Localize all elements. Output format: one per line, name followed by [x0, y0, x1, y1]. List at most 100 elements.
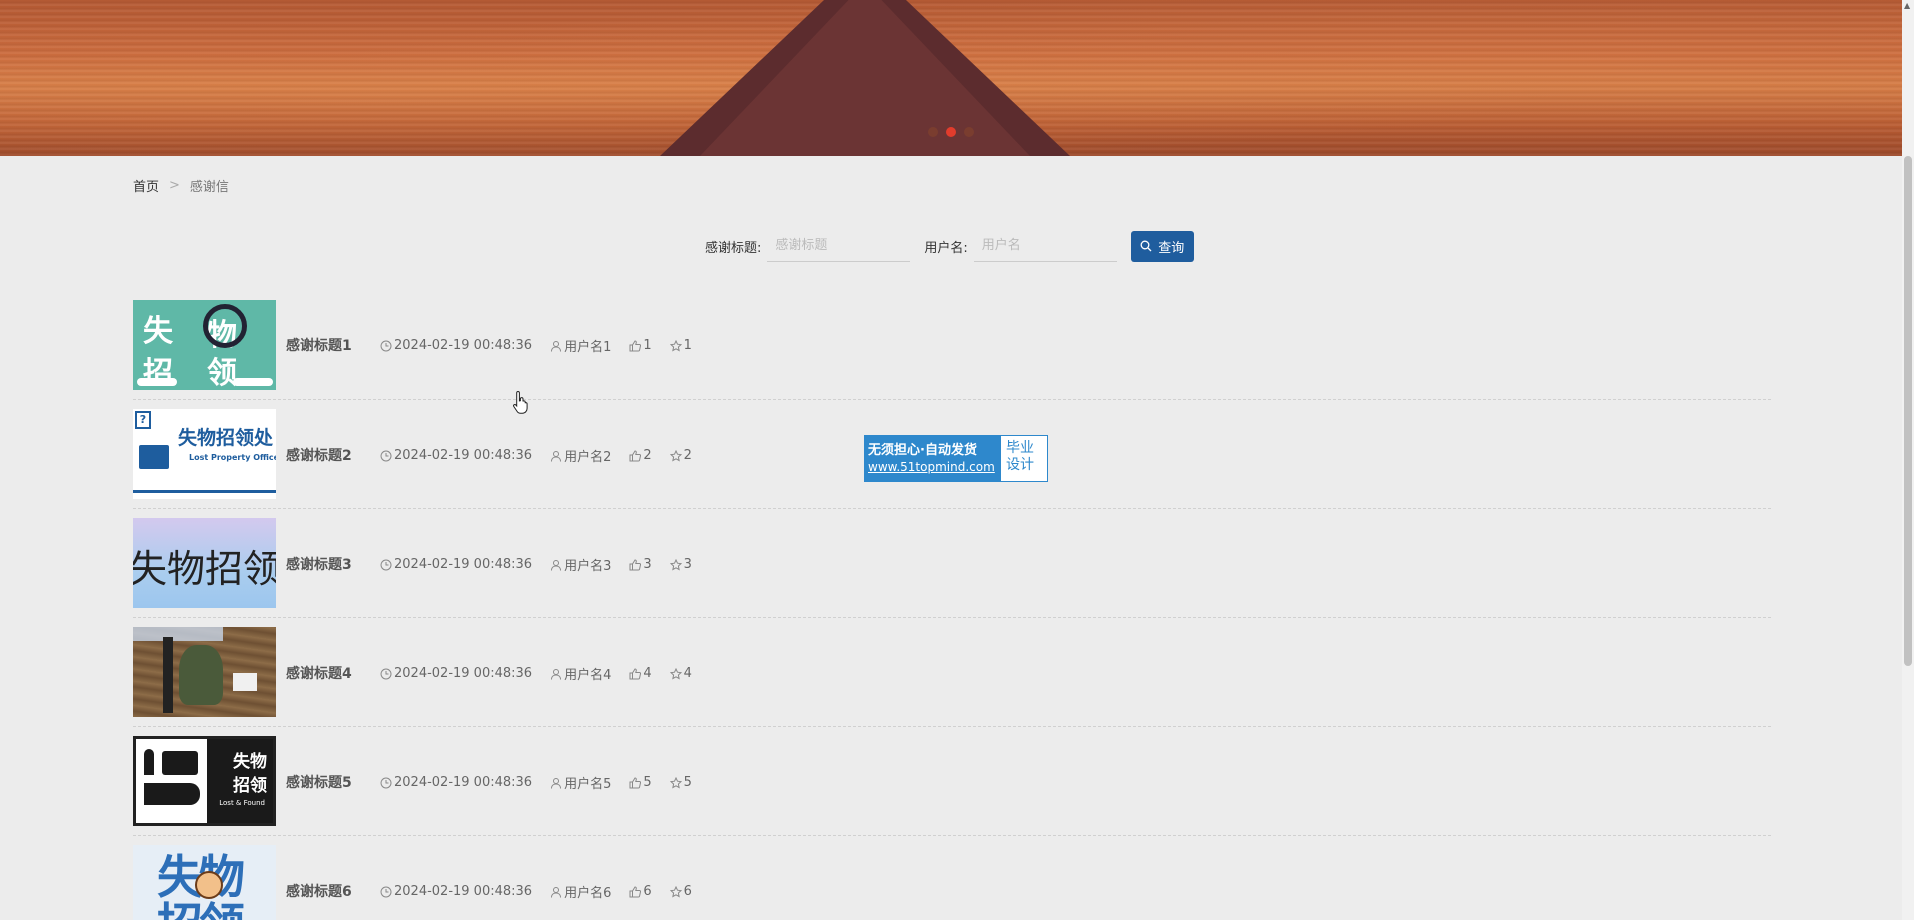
- user-icon: [551, 886, 562, 898]
- item-thumbnail[interactable]: 失物 招领: [133, 845, 276, 920]
- item-thumbnail[interactable]: [133, 627, 276, 717]
- carousel-dot-1[interactable]: [928, 127, 938, 137]
- thumb-text: 失物: [233, 752, 267, 772]
- user-icon: [551, 340, 562, 352]
- thumb-text: 失物招领: [133, 547, 276, 591]
- thumb-underline: [133, 490, 276, 493]
- breadcrumb-current: 感谢信: [189, 180, 229, 195]
- thumb-text: ?: [135, 411, 151, 429]
- breadcrumb: 首页 > 感谢信: [133, 176, 229, 195]
- item-time: 2024-02-19 00:48:36: [394, 338, 533, 353]
- page-scrollbar[interactable]: ▲: [1902, 0, 1914, 920]
- star-icon: [669, 776, 682, 788]
- thumb-text: Lost Property Office: [189, 453, 276, 462]
- item-likes: 3: [643, 557, 652, 572]
- item-time: 2024-02-19 00:48:36: [394, 448, 533, 463]
- carousel-dot-3[interactable]: [964, 127, 974, 137]
- clock-icon: [380, 450, 392, 461]
- item-time: 2024-02-19 00:48:36: [394, 775, 533, 790]
- item-time: 2024-02-19 00:48:36: [394, 884, 533, 899]
- item-user: 用户名6: [564, 886, 612, 901]
- clock-icon: [380, 777, 392, 788]
- search-button[interactable]: 查询: [1130, 230, 1194, 262]
- thumbs-up-icon: [629, 449, 642, 461]
- wallet-graphic: [162, 751, 198, 775]
- list-item[interactable]: 失物 招领 Lost & Found 感谢标题5 2024-02-19 00:4…: [133, 727, 1771, 836]
- thumbs-up-icon: [629, 776, 642, 788]
- item-favorites: 2: [683, 448, 692, 463]
- item-title[interactable]: 感谢标题4: [286, 663, 352, 683]
- bag-graphic: [139, 445, 169, 469]
- thumbs-up-icon: [629, 667, 642, 679]
- star-icon: [669, 449, 682, 461]
- scrollbar-thumb[interactable]: [1904, 156, 1912, 666]
- hand-graphic: [144, 783, 200, 805]
- item-thumbnail[interactable]: 失物招领: [133, 518, 276, 608]
- item-title[interactable]: 感谢标题6: [286, 881, 352, 901]
- thumbs-up-icon: [629, 339, 642, 351]
- watch-graphic: [163, 637, 173, 713]
- item-likes: 2: [643, 448, 652, 463]
- item-user: 用户名3: [564, 559, 612, 574]
- item-meta: 2024-02-19 00:48:36 用户名2 2 2: [380, 446, 710, 465]
- carousel-dot-2[interactable]: [946, 127, 956, 137]
- ad-url[interactable]: www.51topmind.com: [868, 460, 998, 474]
- thumb-text: Lost & Found: [219, 799, 265, 807]
- item-thumbnail[interactable]: 失物 招领 Lost & Found: [133, 736, 276, 826]
- thumbs-up-icon: [629, 885, 642, 897]
- item-likes: 1: [643, 338, 652, 353]
- item-title[interactable]: 感谢标题1: [286, 335, 352, 355]
- item-thumbnail[interactable]: 失 物 招 领: [133, 300, 276, 390]
- item-likes: 4: [643, 666, 652, 681]
- item-favorites: 3: [683, 557, 692, 572]
- star-icon: [669, 667, 682, 679]
- item-title[interactable]: 感谢标题5: [286, 772, 352, 792]
- item-likes: 5: [643, 775, 652, 790]
- thumb-text: 失物招领处: [178, 427, 274, 449]
- clock-icon: [380, 559, 392, 570]
- list-item[interactable]: 失物招领 感谢标题3 2024-02-19 00:48:36 用户名3 3 3: [133, 509, 1771, 618]
- item-user: 用户名4: [564, 668, 612, 683]
- magnifier-graphic: [203, 304, 247, 348]
- thumb-text: 失: [143, 314, 173, 349]
- ad-slogan: 无须担心·自动发货: [868, 443, 977, 458]
- item-meta: 2024-02-19 00:48:36 用户名5 5 5: [380, 773, 710, 792]
- username-search-input[interactable]: [973, 230, 1117, 262]
- cartoon-face-graphic: [195, 871, 223, 899]
- list-item[interactable]: 失 物 招 领 感谢标题1 2024-02-19 00:48:36 用户名1 1…: [133, 300, 1771, 400]
- breadcrumb-separator: >: [169, 178, 180, 193]
- banner-carousel[interactable]: [0, 0, 1902, 156]
- clock-icon: [380, 668, 392, 679]
- breadcrumb-home-link[interactable]: 首页: [133, 176, 159, 195]
- thanks-letter-list: 失 物 招 领 感谢标题1 2024-02-19 00:48:36 用户名1 1…: [133, 300, 1771, 920]
- user-icon: [551, 668, 562, 680]
- title-search-input[interactable]: [767, 230, 911, 262]
- scroll-up-arrow-icon[interactable]: ▲: [1904, 2, 1910, 10]
- key-graphic: [144, 749, 154, 775]
- star-icon: [669, 558, 682, 570]
- ad-banner[interactable]: 无须担心·自动发货 www.51topmind.com 毕业 设计: [864, 435, 1048, 482]
- ad-side-line2: 设计: [1006, 457, 1034, 473]
- user-icon: [551, 450, 562, 462]
- item-user: 用户名1: [564, 340, 612, 355]
- item-favorites: 6: [683, 884, 692, 899]
- ad-main: 无须担心·自动发货 www.51topmind.com: [865, 436, 1001, 481]
- list-item[interactable]: 感谢标题4 2024-02-19 00:48:36 用户名4 4 4: [133, 618, 1771, 727]
- list-item[interactable]: 失物 招领 感谢标题6 2024-02-19 00:48:36 用户名6 6 6: [133, 836, 1771, 920]
- item-time: 2024-02-19 00:48:36: [394, 557, 533, 572]
- carousel-indicators: [928, 127, 974, 137]
- item-title[interactable]: 感谢标题2: [286, 445, 352, 465]
- search-icon: [1140, 240, 1152, 252]
- item-meta: 2024-02-19 00:48:36 用户名1 1 1: [380, 336, 710, 355]
- item-thumbnail[interactable]: ? 失物招领处 Lost Property Office: [133, 409, 276, 499]
- item-title[interactable]: 感谢标题3: [286, 554, 352, 574]
- search-form: 感谢标题: 用户名: 查询: [705, 230, 1194, 262]
- star-icon: [669, 339, 682, 351]
- ad-side-line1: 毕业: [1006, 440, 1034, 456]
- clock-icon: [380, 340, 392, 351]
- search-button-label: 查询: [1158, 240, 1185, 256]
- clock-icon: [380, 886, 392, 897]
- username-search-label: 用户名:: [924, 240, 968, 256]
- cloth-graphic: [133, 627, 223, 641]
- title-search-label: 感谢标题:: [705, 240, 762, 256]
